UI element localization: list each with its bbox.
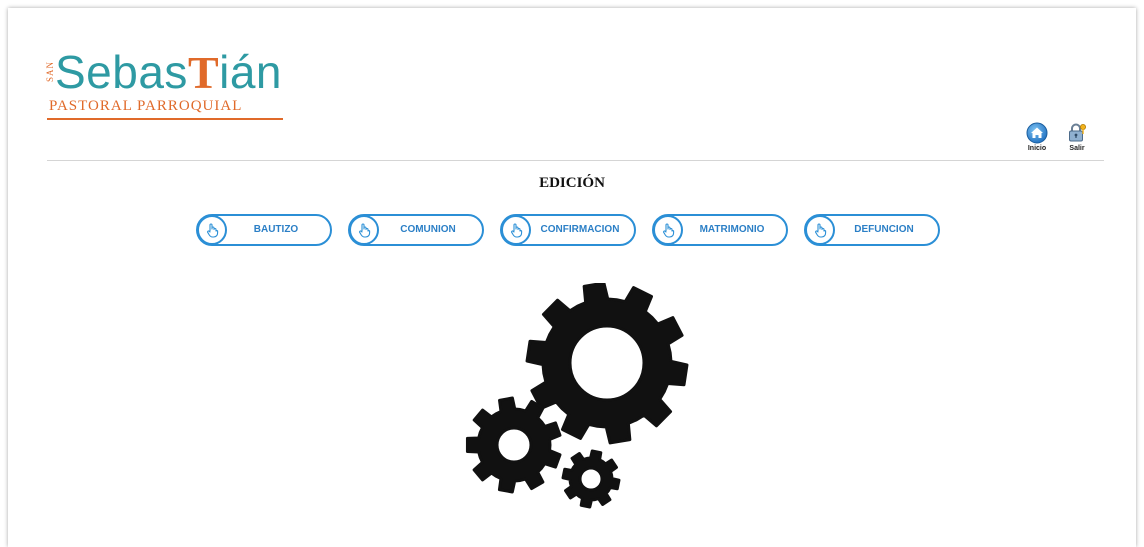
bautizo-button[interactable]: BAUTIZO [196, 214, 332, 246]
confirmacion-label: CONFIRMACION [540, 224, 620, 235]
logo-side-text: SAN [45, 60, 55, 82]
logo-subtitle: PASTORAL PARROQUIAL [49, 98, 243, 114]
logout-label: Salir [1069, 145, 1085, 152]
home-icon [1026, 122, 1048, 144]
home-button[interactable]: Inicio [1026, 122, 1048, 152]
sacrament-buttons: BAUTIZO COMUNION CONFIRMACION MATRIMONIO… [196, 214, 940, 246]
gear-medium-shape [465, 396, 562, 494]
matrimonio-label: MATRIMONIO [699, 224, 765, 235]
gear-small-shape [561, 449, 621, 509]
medium-gear [465, 396, 562, 494]
comunion-button[interactable]: COMUNION [348, 214, 484, 246]
page-title: EDICIÓN [539, 175, 605, 191]
defuncion-button[interactable]: DEFUNCION [804, 214, 940, 246]
logo-tau-cross: T [187, 47, 220, 98]
large-gear [525, 283, 689, 445]
padlock-key-icon [1069, 123, 1086, 142]
small-gear [561, 449, 621, 509]
logout-button[interactable]: Salir [1066, 122, 1088, 152]
confirmacion-button[interactable]: CONFIRMACION [500, 214, 636, 246]
matrimonio-button[interactable]: MATRIMONIO [652, 214, 788, 246]
home-label: Inicio [1027, 145, 1047, 152]
gear-large-shape [525, 283, 689, 445]
logo-underline [47, 118, 283, 120]
header-divider [47, 160, 1104, 161]
header-actions: Inicio Salir [1026, 122, 1088, 152]
logo-wordmark: SebasTián [55, 44, 282, 101]
bautizo-label: BAUTIZO [253, 224, 299, 235]
gears-icon [465, 283, 689, 509]
comunion-label: COMUNION [400, 224, 456, 235]
defuncion-label: DEFUNCION [854, 224, 914, 235]
logo-word-end: ián [219, 46, 283, 98]
parish-logo: SAN SebasTián PASTORAL PARROQUIAL [45, 44, 295, 124]
logo-word-start: Sebas [55, 46, 188, 98]
